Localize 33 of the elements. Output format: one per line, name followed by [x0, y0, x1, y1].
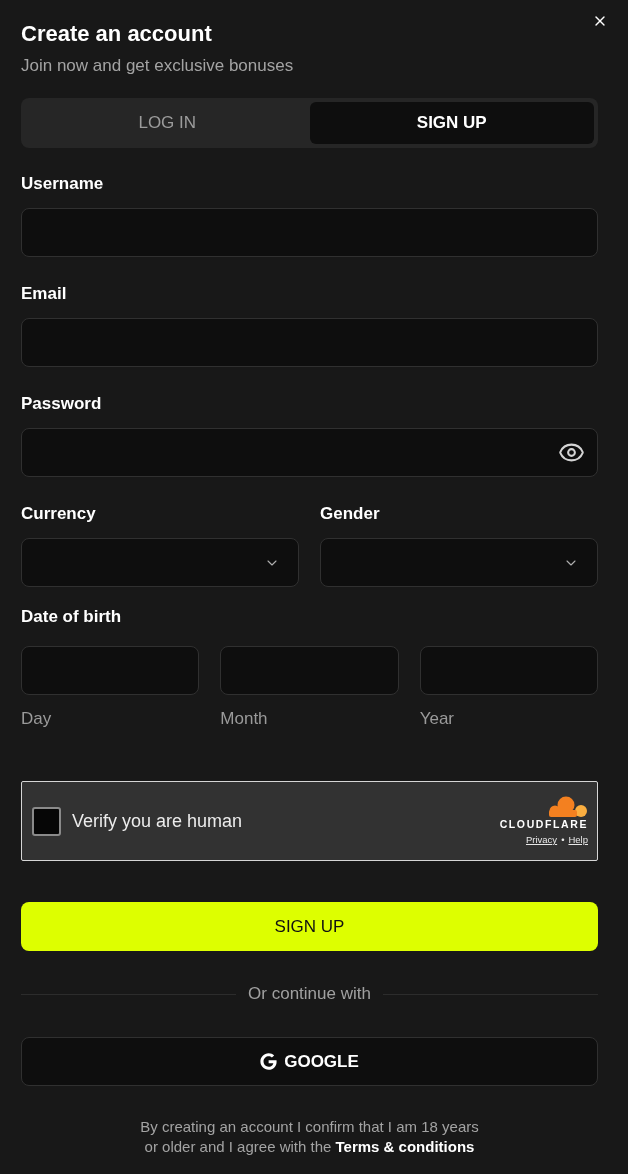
- date-input-field[interactable]: [21, 646, 200, 695]
- terms-link[interactable]: Terms & conditions: [335, 1138, 475, 1155]
- dropdown-field[interactable]: [21, 538, 299, 587]
- date-input-field[interactable]: [419, 646, 598, 695]
- tab[interactable]: LOG IN: [25, 102, 310, 144]
- help-link[interactable]: Help: [568, 834, 588, 846]
- terms-notice: By creating an account I confirm that I am 18 years or older and I agree with the Terms & conditions: [139, 1117, 480, 1157]
- google-button[interactable]: GOOGLE: [21, 1037, 598, 1086]
- date-input-field[interactable]: [220, 646, 399, 695]
- date-part-caption: Day: [21, 708, 52, 730]
- field-label: Date of birth: [21, 606, 122, 628]
- dialog-subtitle: Join now and get exclusive bonuses: [21, 55, 294, 77]
- dialog-title: Create an account: [21, 20, 212, 48]
- field-label: Gender: [320, 503, 380, 525]
- link-separator: •: [561, 834, 565, 846]
- divider-label: Or continue with: [248, 983, 371, 1005]
- field-label: Password: [21, 393, 102, 415]
- google-g-icon: [260, 1053, 278, 1070]
- field-label: Email: [21, 283, 67, 305]
- date-part-caption: Month: [220, 708, 268, 730]
- field-label: Currency: [21, 503, 96, 525]
- captcha-checkbox[interactable]: [32, 806, 61, 836]
- password-field[interactable]: [21, 428, 598, 477]
- sign-up-button[interactable]: SIGN UP: [21, 902, 598, 951]
- input-field[interactable]: [21, 208, 598, 257]
- date-part-caption: Year: [419, 708, 454, 730]
- tab[interactable]: SIGN UP: [309, 102, 594, 144]
- dropdown-field[interactable]: [320, 538, 598, 587]
- input-field[interactable]: [21, 318, 598, 367]
- field-label: Username: [21, 173, 104, 195]
- privacy-link[interactable]: Privacy: [525, 834, 558, 846]
- brand-name: CLOUDFLARE: [499, 818, 588, 831]
- captcha-label: Verify you are human: [72, 809, 243, 833]
